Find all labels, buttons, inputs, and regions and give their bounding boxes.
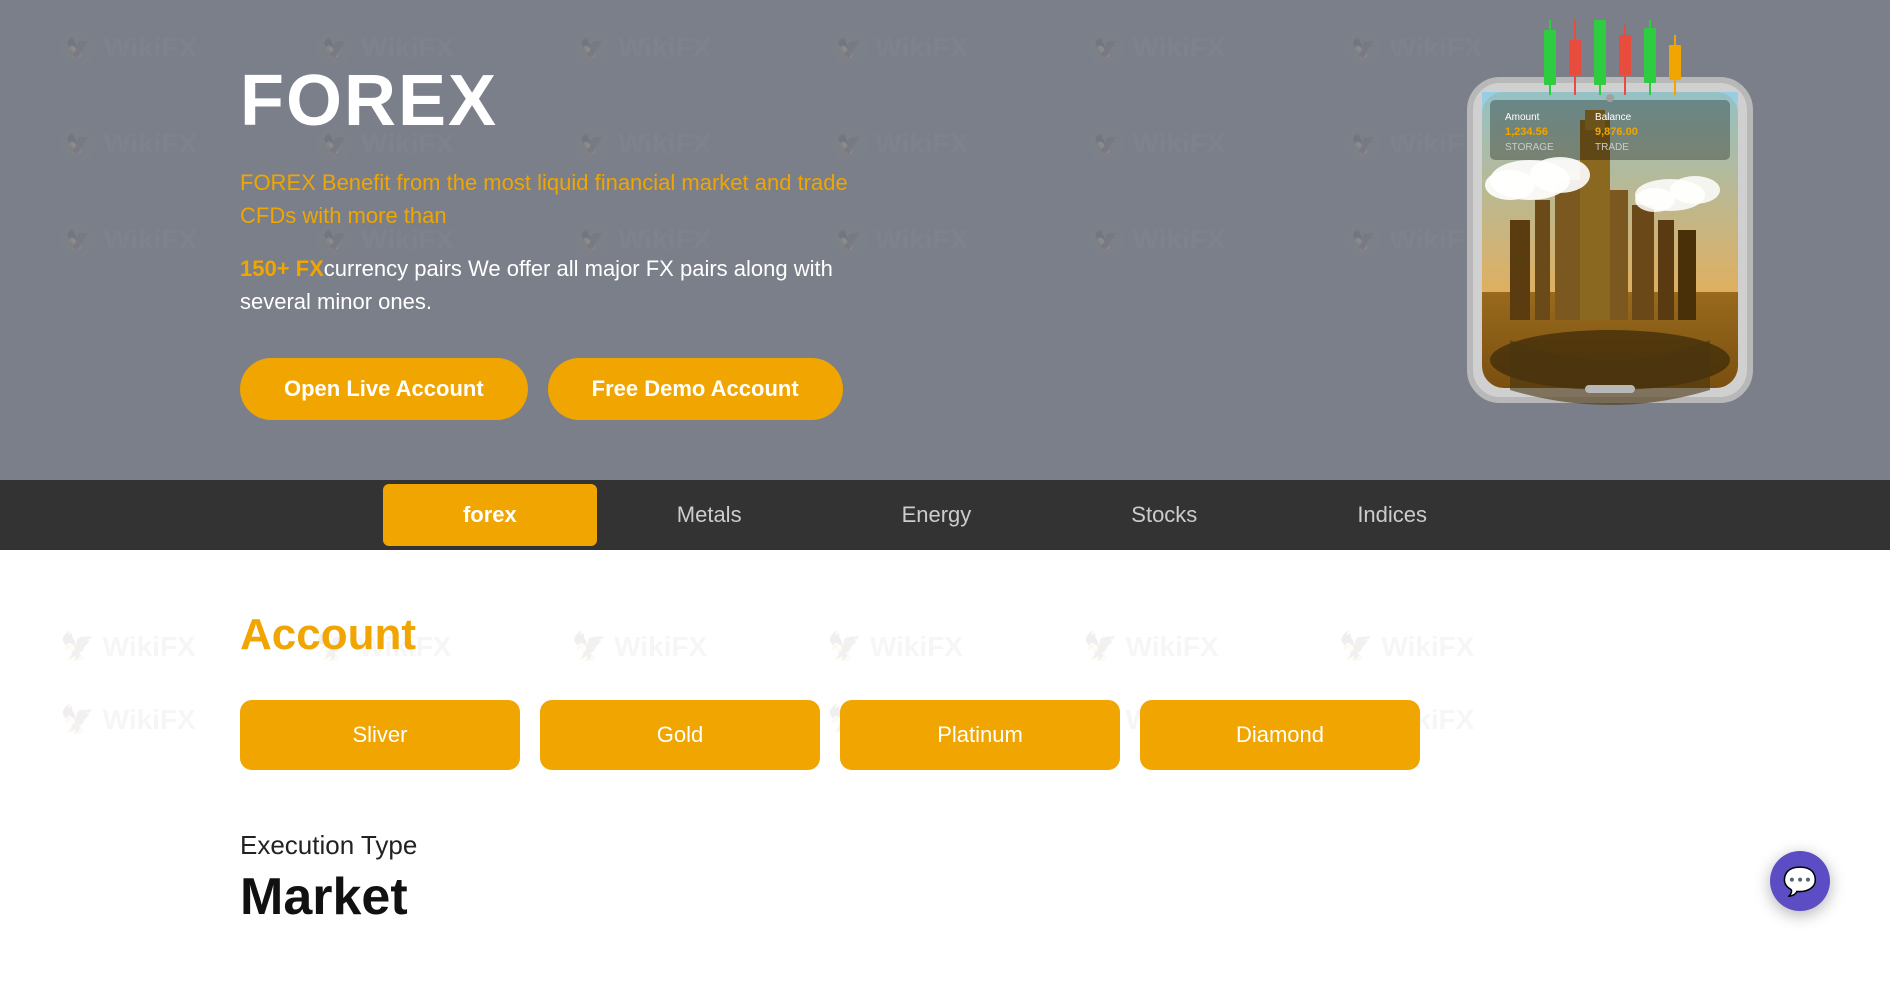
tab-energy[interactable]: Energy (822, 484, 1052, 546)
svg-text:TRADE: TRADE (1595, 142, 1629, 153)
execution-type-value: Market (240, 867, 1650, 927)
hero-content: FOREX FOREX Benefit from the most liquid… (0, 0, 900, 480)
hero-buttons: Open Live Account Free Demo Account (240, 358, 900, 420)
hero-highlight: 150+ FX (240, 256, 324, 281)
svg-text:1,234.56: 1,234.56 (1505, 126, 1548, 138)
account-section-title: Account (240, 610, 1650, 660)
main-content: 🦅 WikiFX 🦅 WikiFX 🦅 WikiFX 🦅 WikiFX 🦅 Wi… (0, 550, 1890, 987)
tab-metals[interactable]: Metals (597, 484, 822, 546)
chat-icon: 💬 (1783, 865, 1818, 898)
execution-section: Execution Type Market (240, 830, 1650, 927)
svg-text:Amount: Amount (1505, 112, 1540, 123)
category-nav: forex Metals Energy Stocks Indices (0, 480, 1890, 550)
svg-text:9,876.00: 9,876.00 (1595, 126, 1638, 138)
execution-type-label: Execution Type (240, 830, 1650, 861)
hero-section: 🦅WikiFX 🦅WikiFX 🦅WikiFX 🦅WikiFX 🦅WikiFX … (0, 0, 1890, 480)
account-diamond-button[interactable]: Diamond (1140, 700, 1420, 770)
tab-indices[interactable]: Indices (1277, 484, 1507, 546)
hero-subtitle: FOREX Benefit from the most liquid finan… (240, 166, 900, 232)
tab-forex[interactable]: forex (383, 484, 597, 546)
account-type-buttons: Sliver Gold Platinum Diamond (240, 700, 1650, 770)
chat-support-button[interactable]: 💬 (1770, 851, 1830, 911)
account-platinum-button[interactable]: Platinum (840, 700, 1120, 770)
free-demo-account-button[interactable]: Free Demo Account (548, 358, 843, 420)
account-gold-button[interactable]: Gold (540, 700, 820, 770)
tab-stocks[interactable]: Stocks (1051, 484, 1277, 546)
svg-text:STORAGE: STORAGE (1505, 142, 1554, 153)
hero-phone-image: Amount 1,234.56 Balance 9,876.00 STORAGE… (1430, 20, 1790, 420)
open-live-account-button[interactable]: Open Live Account (240, 358, 528, 420)
hero-description-rest: currency pairs We offer all major FX pai… (240, 256, 833, 314)
hero-title: FOREX (240, 60, 900, 142)
hero-description: 150+ FXcurrency pairs We offer all major… (240, 252, 900, 318)
svg-text:Balance: Balance (1595, 112, 1632, 123)
account-sliver-button[interactable]: Sliver (240, 700, 520, 770)
